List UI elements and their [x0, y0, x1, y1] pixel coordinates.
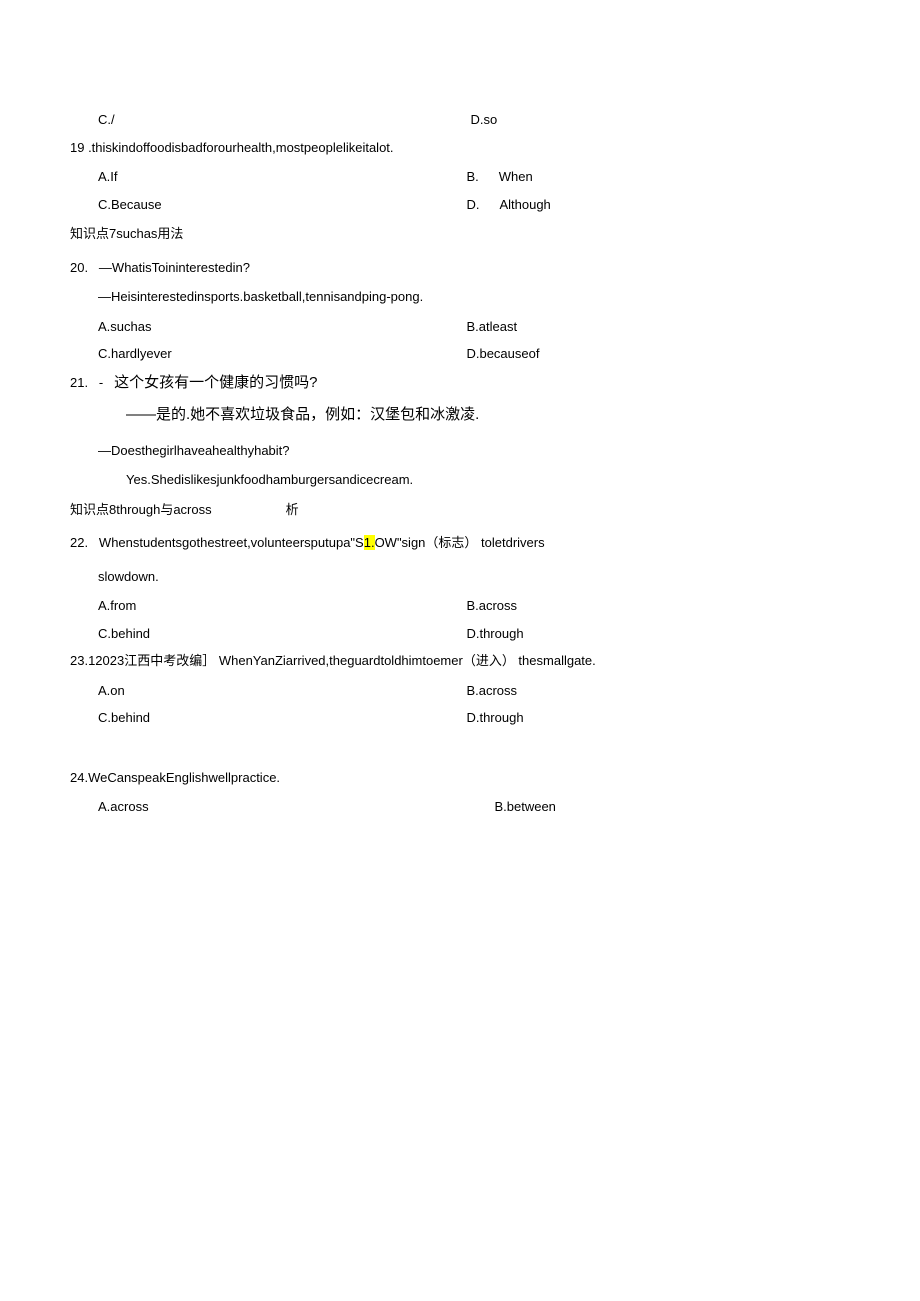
- q22-num: 22.: [70, 535, 88, 550]
- q19-opt-b-prefix: B.: [466, 169, 478, 184]
- q19-opt-d-prefix: D.: [466, 197, 479, 212]
- q21-line2: ——是的.她不喜欢垃圾食品，例如：汉堡包和冰激凌.: [70, 404, 850, 427]
- q20-line1-text: —WhatisToininterestedin?: [99, 260, 250, 275]
- q20-num: 20.: [70, 260, 88, 275]
- q21-line3: —Doesthegirlhaveahealthyhabit?: [70, 441, 850, 461]
- q20-line1: 20. —WhatisToininterestedin?: [70, 258, 850, 278]
- q23-opt-c: C.behind: [98, 708, 466, 728]
- q22-opt-d: D.through: [466, 624, 834, 644]
- q21-line4: Yes.Shedislikesjunkfoodhamburgersandicec…: [70, 470, 850, 490]
- section-8-heading: 知识点8through与across 析: [70, 500, 850, 520]
- q20-options-row2: C.hardlyever D.becauseof: [70, 344, 850, 364]
- q21-dash: -: [99, 375, 103, 390]
- section-7-heading: 知识点7suchas用法: [70, 224, 850, 244]
- q22-opt-b: B.across: [466, 596, 834, 616]
- q21-num: 21.: [70, 375, 88, 390]
- q20-opt-b: B.atleast: [466, 317, 834, 337]
- section-8-pre: 知识点8through与across: [70, 502, 212, 517]
- q22-opt-c: C.behind: [98, 624, 466, 644]
- q19-opt-b-val: When: [499, 169, 533, 184]
- q23-line: 23.12023江西中考改编］ WhenYanZiarrived,theguar…: [70, 651, 850, 671]
- q22-highlight: 1.: [364, 535, 375, 550]
- q23-opt-b: B.across: [466, 681, 834, 701]
- q23-opt-a: A.on: [98, 681, 466, 701]
- section-8-suf: 析: [286, 502, 299, 517]
- q24-opt-b: B.between: [466, 797, 862, 817]
- q18-options-row2: C./ D.so: [70, 110, 850, 130]
- q18-opt-c: C./: [98, 110, 466, 130]
- q19-options-row2: C.Because D. Although: [70, 195, 850, 215]
- q19-opt-b: B. When: [466, 167, 834, 187]
- q19-opt-a: A.If: [98, 167, 466, 187]
- exam-page: C./ D.so 19 .thiskindoffoodisbadforourhe…: [0, 0, 920, 875]
- q19-opt-d-val: Although: [499, 197, 550, 212]
- q20-opt-c: C.hardlyever: [98, 344, 466, 364]
- q23-options-row1: A.on B.across: [70, 681, 850, 701]
- q22-line1: 22. Whenstudentsgothestreet,volunteerspu…: [70, 533, 850, 553]
- q22-line2: slowdown.: [70, 567, 850, 587]
- q19-stem: 19 .thiskindoffoodisbadforourhealth,most…: [70, 138, 850, 158]
- q20-opt-d: D.becauseof: [466, 344, 834, 364]
- q23-opt-d: D.through: [466, 708, 834, 728]
- q22-options-row2: C.behind D.through: [70, 624, 850, 644]
- q20-opt-a: A.suchas: [98, 317, 466, 337]
- q22-opt-a: A.from: [98, 596, 466, 616]
- q24-options-row1: A.across B.between: [70, 797, 850, 817]
- q19-opt-c: C.Because: [98, 195, 466, 215]
- q24-opt-a: A.across: [98, 797, 466, 817]
- q19-opt-d: D. Although: [466, 195, 834, 215]
- q20-line2: —Heisinterestedinsports.basketball,tenni…: [70, 287, 850, 307]
- q20-options-row1: A.suchas B.atleast: [70, 317, 850, 337]
- q23-options-row2: C.behind D.through: [70, 708, 850, 728]
- q21-line1: 21. - 这个女孩有一个健康的习惯吗?: [70, 372, 850, 395]
- q24-line: 24.WeCanspeakEnglishwellpractice.: [70, 768, 850, 788]
- q19-options-row1: A.If B. When: [70, 167, 850, 187]
- q22-text-a: Whenstudentsgothestreet,volunteersputupa…: [99, 535, 364, 550]
- q22-options-row1: A.from B.across: [70, 596, 850, 616]
- q22-text-b: OW"sign（标志） toletdrivers: [375, 535, 545, 550]
- q18-opt-d: D.so: [466, 110, 838, 130]
- q21-cn1: 这个女孩有一个健康的习惯吗?: [114, 374, 317, 391]
